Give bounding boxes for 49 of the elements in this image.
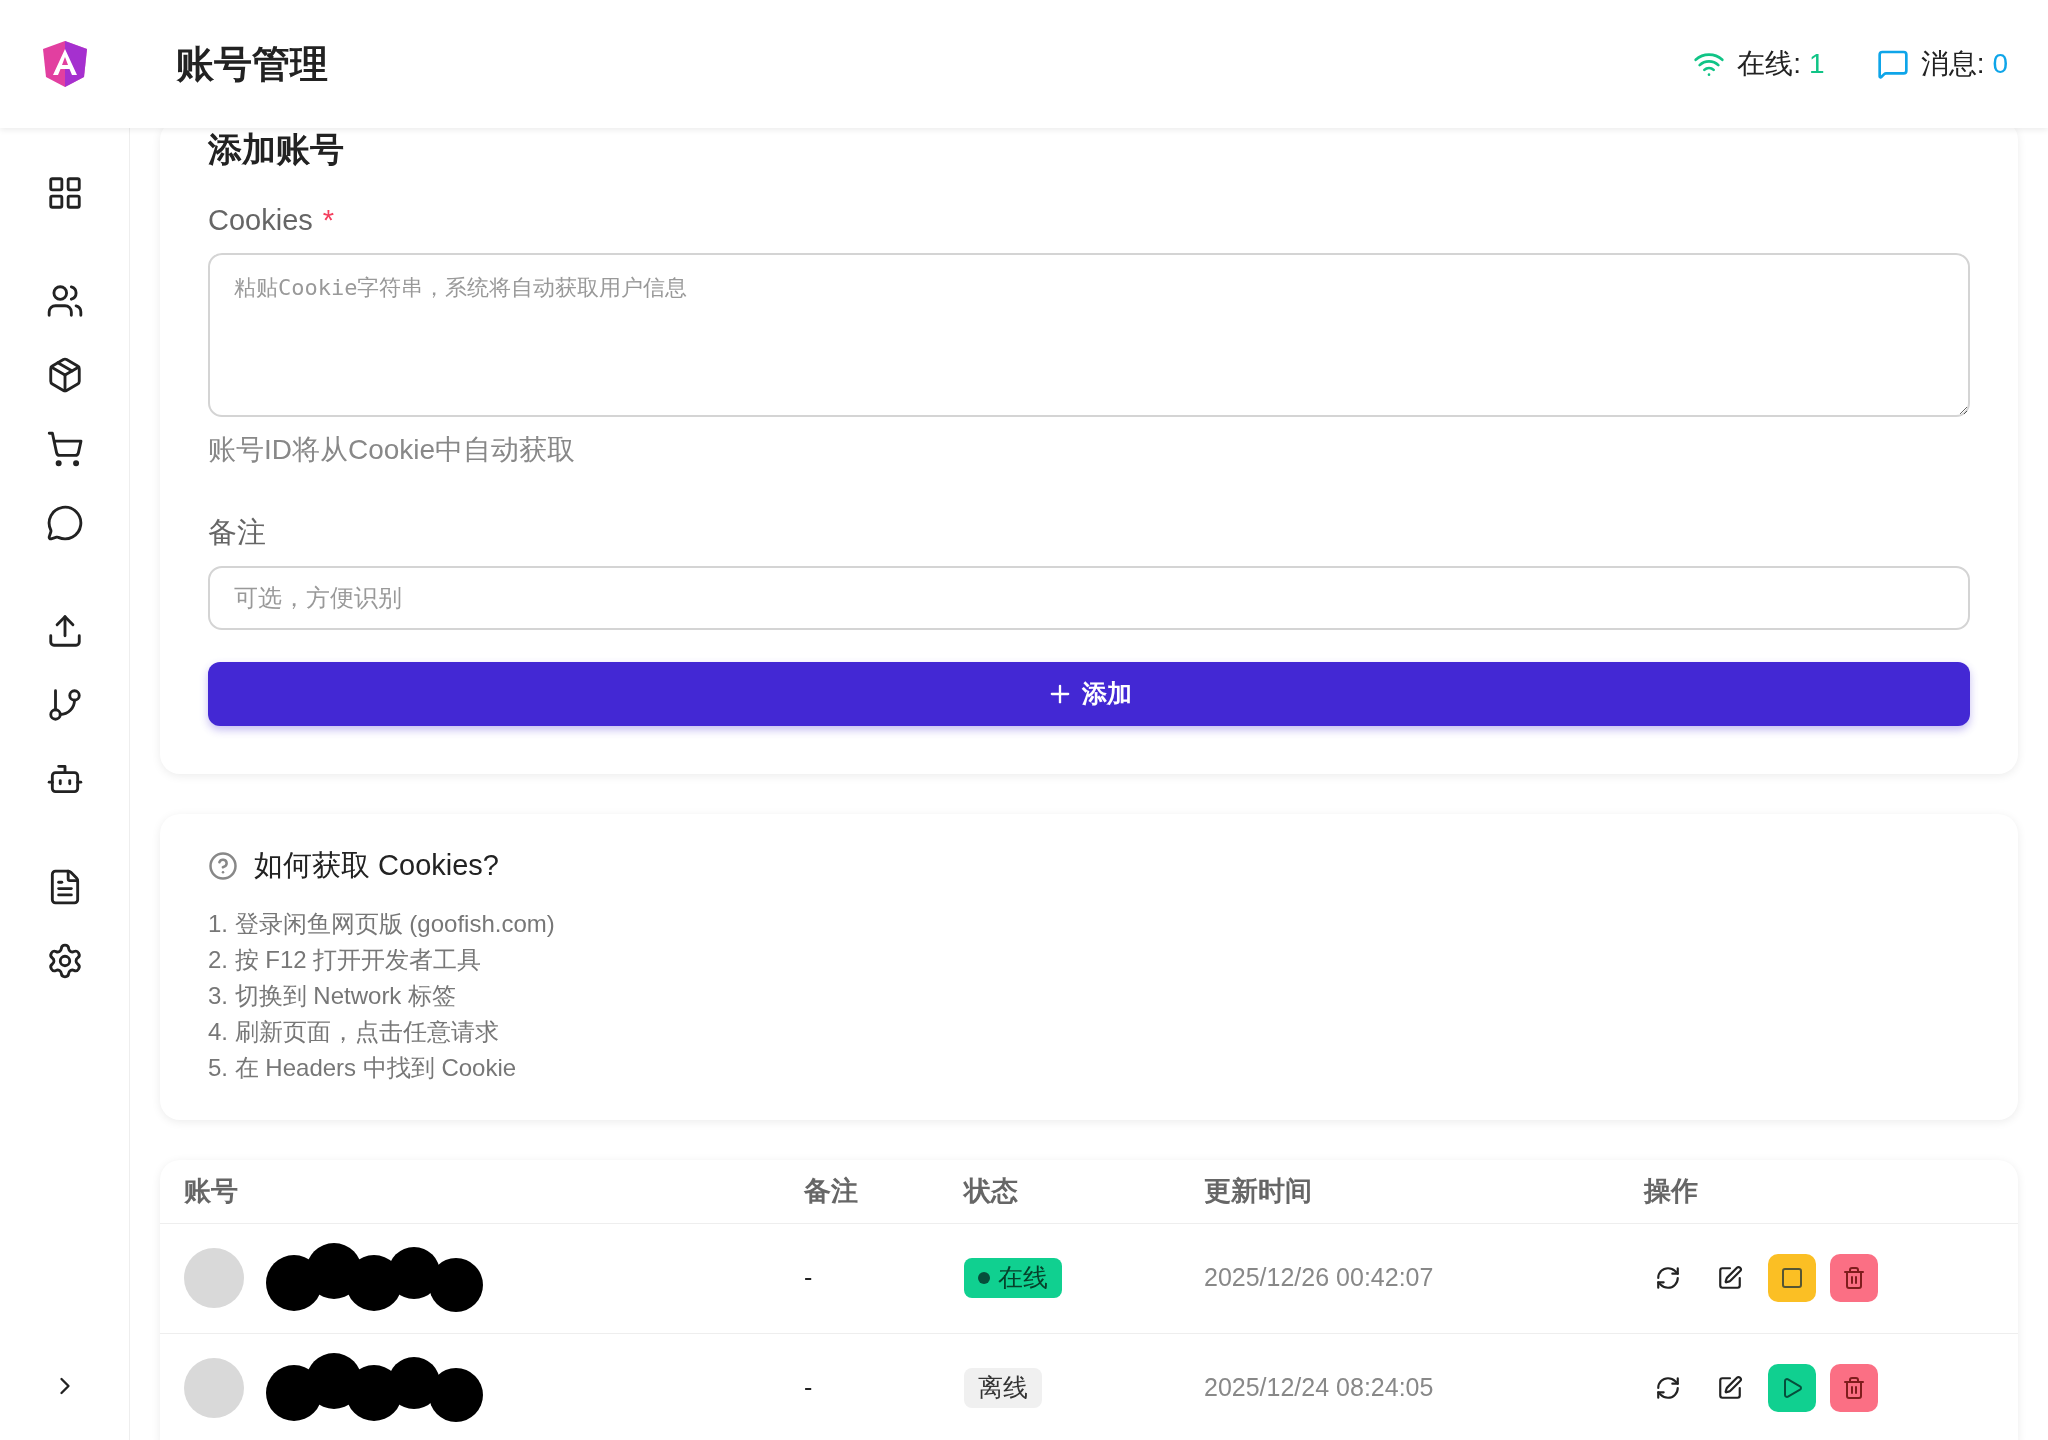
- trash-icon: [1842, 1376, 1866, 1400]
- logo-icon: [40, 39, 90, 89]
- message-icon: [1876, 48, 1909, 80]
- refresh-icon: [1655, 1375, 1681, 1401]
- field-label: Cookies: [208, 203, 313, 238]
- remark-cell-text: -: [804, 1372, 814, 1404]
- users-icon[interactable]: [45, 282, 84, 320]
- column-header: 更新时间: [1204, 1174, 1313, 1208]
- refresh-icon: [1655, 1265, 1681, 1291]
- avatar: [184, 1248, 244, 1308]
- card-title: 添加账号: [208, 129, 345, 170]
- stop-button[interactable]: [1768, 1254, 1816, 1302]
- add-button[interactable]: 添加: [208, 662, 1970, 726]
- help-title: 如何获取 Cookies?: [254, 848, 499, 883]
- remark-field[interactable]: 可选，方便识别: [208, 566, 1970, 630]
- delete-button[interactable]: [1830, 1254, 1878, 1302]
- help-step: 5. 在 Headers 中找到 Cookie: [208, 1049, 1970, 1086]
- status-badge: 离线: [964, 1368, 1042, 1408]
- updated-time: 2025/12/24 08:24:05: [1204, 1372, 1435, 1404]
- column-header: 账号: [184, 1174, 239, 1208]
- field-label: 备注: [208, 514, 267, 550]
- messages-label: 消息:: [1920, 47, 1985, 81]
- avatar: [184, 1358, 244, 1418]
- online-label: 在线:: [1737, 47, 1802, 81]
- help-step: 3. 切换到 Network 标签: [208, 977, 1970, 1014]
- edit-icon: [1717, 1375, 1743, 1401]
- help-step: 1. 登录闲鱼网页版 (goofish.com): [208, 905, 1970, 942]
- chat-bubble-icon[interactable]: [45, 504, 84, 542]
- start-button[interactable]: [1768, 1364, 1816, 1412]
- status-badge: 在线: [964, 1258, 1062, 1298]
- cart-icon[interactable]: [45, 430, 84, 468]
- field-hint: 账号ID将从Cookie中自动获取: [208, 432, 577, 467]
- required-mark: *: [322, 203, 335, 238]
- messages-count: 0: [1992, 47, 2008, 81]
- column-header: 备注: [804, 1174, 859, 1208]
- column-header: 状态: [964, 1174, 1019, 1208]
- trash-icon: [1842, 1266, 1866, 1290]
- help-icon: [208, 850, 238, 881]
- stop-icon: [1780, 1266, 1804, 1290]
- edit-icon: [1717, 1265, 1743, 1291]
- help-step: 2. 按 F12 打开开发者工具: [208, 941, 1970, 978]
- page-title: 账号管理: [176, 41, 328, 87]
- cookies-field[interactable]: 粘贴Cookie字符串，系统将自动获取用户信息: [208, 252, 1970, 417]
- delete-button[interactable]: [1830, 1364, 1878, 1412]
- online-count: 1: [1809, 47, 1825, 81]
- help-step: 4. 刷新页面，点击任意请求: [208, 1013, 1970, 1050]
- remark-cell-text: -: [804, 1262, 814, 1294]
- updated-time: 2025/12/26 00:42:07: [1204, 1262, 1435, 1294]
- column-header: 操作: [1644, 1174, 1699, 1208]
